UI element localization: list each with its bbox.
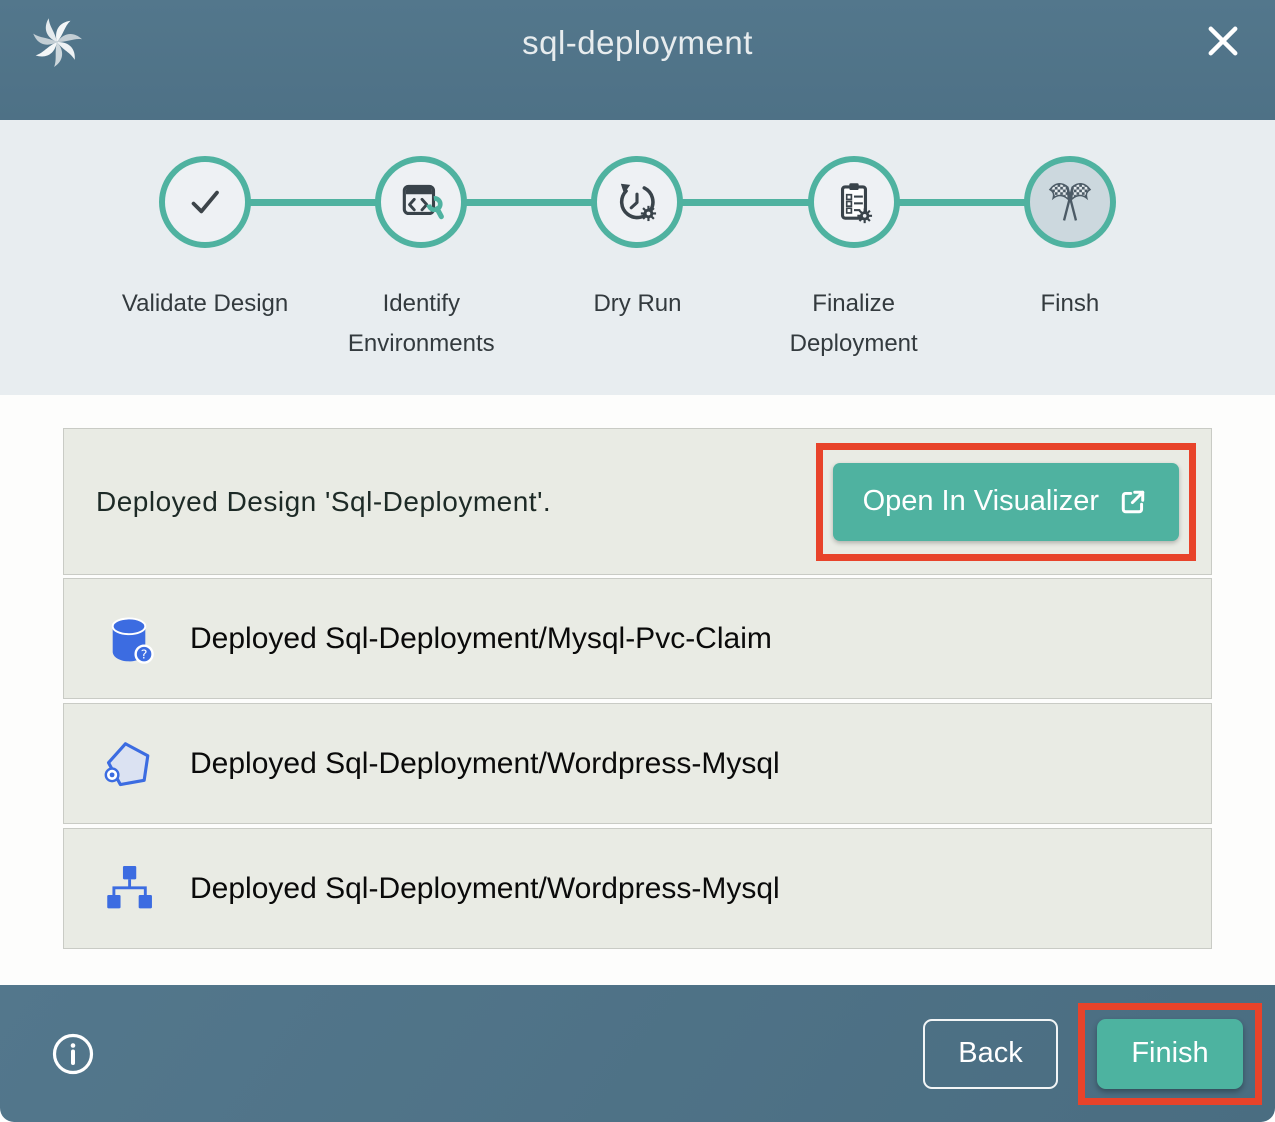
deployment-results: Deployed Design 'Sql-Deployment'. Open I… [0, 395, 1275, 985]
racing-flags-icon [1044, 176, 1096, 228]
deployment-wizard-dialog: sql-deployment Validate Design [0, 0, 1275, 1122]
step-label: Validate Design [122, 284, 288, 324]
code-config-icon [396, 177, 446, 227]
external-link-icon [1117, 486, 1149, 518]
deployment-item-row: Deployed Sql-Deployment/Wordpress-Mysql [63, 703, 1212, 824]
open-in-visualizer-button[interactable]: Open In Visualizer [833, 463, 1179, 541]
step-label: Finalize Deployment [746, 284, 962, 364]
annotation-box-finish: Finish [1078, 1003, 1262, 1105]
info-button[interactable] [50, 1031, 96, 1077]
deployment-item-text: Deployed Sql-Deployment/Mysql-Pvc-Claim [190, 622, 772, 656]
dialog-title: sql-deployment [100, 24, 1175, 62]
dry-run-icon [612, 177, 662, 227]
step-validate-design: Validate Design [97, 156, 313, 395]
finish-button[interactable]: Finish [1097, 1019, 1243, 1089]
deployment-stepper: Validate Design Identify Environments [0, 120, 1275, 395]
hierarchy-icon [100, 860, 158, 918]
info-icon [50, 1031, 96, 1077]
database-icon: ? [100, 610, 158, 668]
close-icon [1203, 21, 1243, 61]
svg-text:?: ? [141, 646, 148, 661]
step-circle [808, 156, 900, 248]
step-circle [375, 156, 467, 248]
step-circle [591, 156, 683, 248]
step-identify-environments: Identify Environments [313, 156, 529, 395]
meshery-logo-icon [30, 15, 84, 69]
dialog-header: sql-deployment [0, 0, 1275, 120]
check-icon [180, 177, 230, 227]
step-finalize-deployment: Finalize Deployment [746, 156, 962, 395]
step-finish: Finsh [962, 156, 1178, 395]
deployment-result-row: Deployed Design 'Sql-Deployment'. Open I… [63, 428, 1212, 575]
pentagon-icon [100, 735, 158, 793]
deployment-item-row: ? Deployed Sql-Deployment/Mysql-Pvc-Clai… [63, 578, 1212, 699]
step-label: Dry Run [593, 284, 681, 324]
deployment-item-row: Deployed Sql-Deployment/Wordpress-Mysql [63, 828, 1212, 949]
step-circle [159, 156, 251, 248]
back-button[interactable]: Back [923, 1019, 1058, 1089]
step-label: Identify Environments [313, 284, 529, 364]
step-label: Finsh [1041, 284, 1100, 324]
dialog-footer: Back Finish [0, 985, 1275, 1122]
deployment-item-text: Deployed Sql-Deployment/Wordpress-Mysql [190, 747, 780, 781]
clipboard-gear-icon [829, 177, 879, 227]
open-in-visualizer-label: Open In Visualizer [863, 485, 1099, 518]
annotation-box-visualizer: Open In Visualizer [816, 443, 1196, 561]
deployment-item-text: Deployed Sql-Deployment/Wordpress-Mysql [190, 872, 780, 906]
step-dry-run: Dry Run [529, 156, 745, 395]
result-message: Deployed Design 'Sql-Deployment'. [96, 486, 551, 518]
step-circle [1024, 156, 1116, 248]
close-button[interactable] [1201, 20, 1245, 64]
